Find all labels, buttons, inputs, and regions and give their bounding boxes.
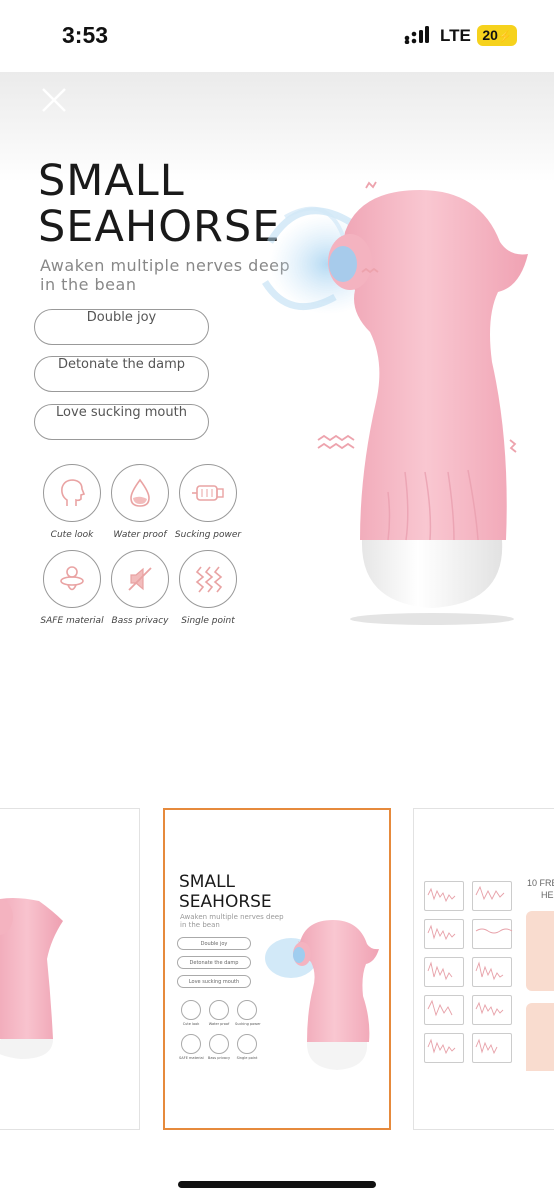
gallery-thumbnail[interactable]: 10 FRE HE (413, 808, 554, 1130)
product-image-viewer: 3:53 LTE 20⚡ SMALL SEAHORSE Awaken multi… (0, 0, 554, 1200)
home-indicator[interactable] (178, 1181, 376, 1188)
thumbnail-pill: Love sucking mouth (177, 975, 251, 988)
battery-level: 20 (482, 27, 498, 43)
thumbnail-feature: Water proof (207, 1000, 231, 1026)
thumbnail-feature: Bass privacy (207, 1034, 231, 1060)
product-illustration (262, 181, 528, 625)
thumbnail-feature: Cute look (179, 1000, 203, 1026)
thumbnail-feature: SAFE material (179, 1034, 204, 1060)
feature-pill: Love sucking mouth (34, 404, 209, 440)
feature-pill: Double joy (34, 309, 209, 345)
pacifier-icon (60, 566, 84, 591)
product-hero-image[interactable]: SMALL SEAHORSE Awaken multiple nerves de… (0, 72, 554, 682)
thumbnail-product-image (265, 920, 379, 1070)
thumbnail-pill: Double joy (177, 937, 251, 950)
thumbnail-pill: Detonate the damp (177, 956, 251, 969)
feature-pill: Detonate the damp (34, 356, 209, 392)
battery-indicator: 20⚡ (477, 25, 517, 46)
status-time: 3:53 (62, 22, 109, 48)
thumbnail-product-image (0, 898, 63, 1059)
signal-icon (404, 26, 429, 44)
charging-bolt-icon: ⚡ (497, 31, 512, 43)
status-bar: 3:53 LTE 20⚡ (0, 0, 554, 72)
gallery-thumbnail-selected[interactable]: SMALL SEAHORSE Awaken multiple nerves de… (163, 808, 391, 1130)
waveform-graphics (427, 885, 554, 1071)
head-profile-icon (61, 479, 86, 506)
network-type: LTE (440, 26, 471, 45)
water-drop-icon (130, 478, 150, 507)
close-icon[interactable] (38, 84, 70, 116)
gallery-thumbnail[interactable] (0, 808, 140, 1130)
mute-speaker-icon (128, 567, 152, 591)
